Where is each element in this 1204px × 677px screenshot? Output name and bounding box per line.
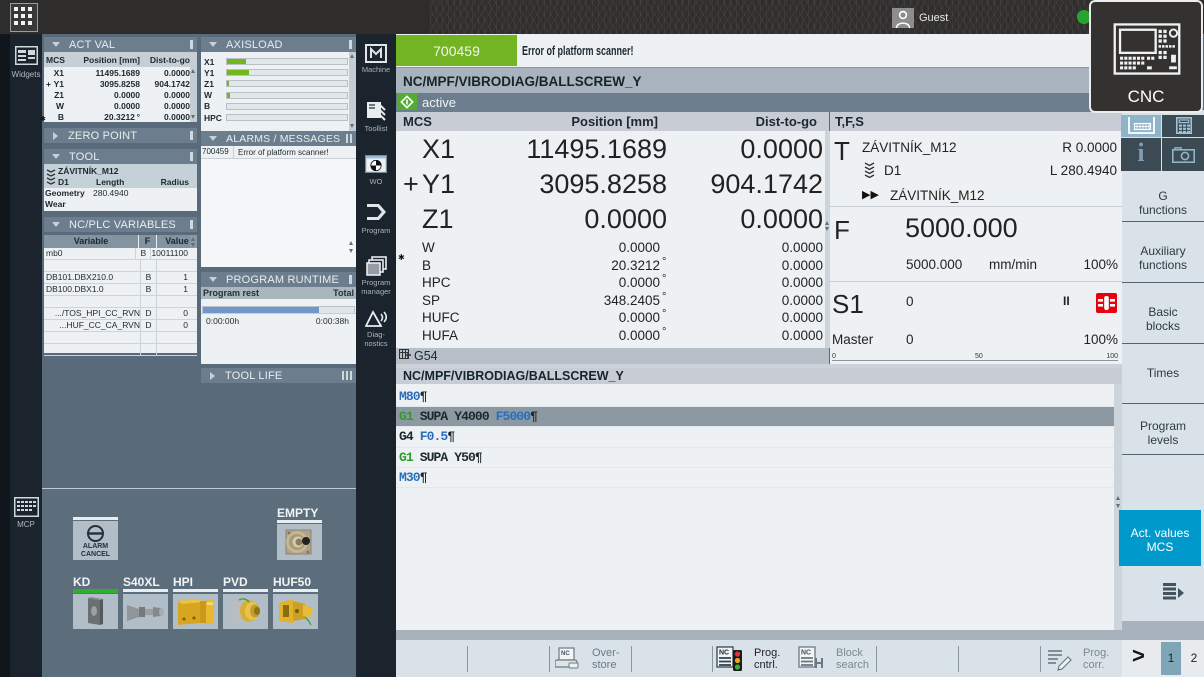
svg-text:NC: NC xyxy=(801,649,811,656)
svg-text:NC: NC xyxy=(561,651,570,657)
svg-text:NC: NC xyxy=(719,649,729,656)
